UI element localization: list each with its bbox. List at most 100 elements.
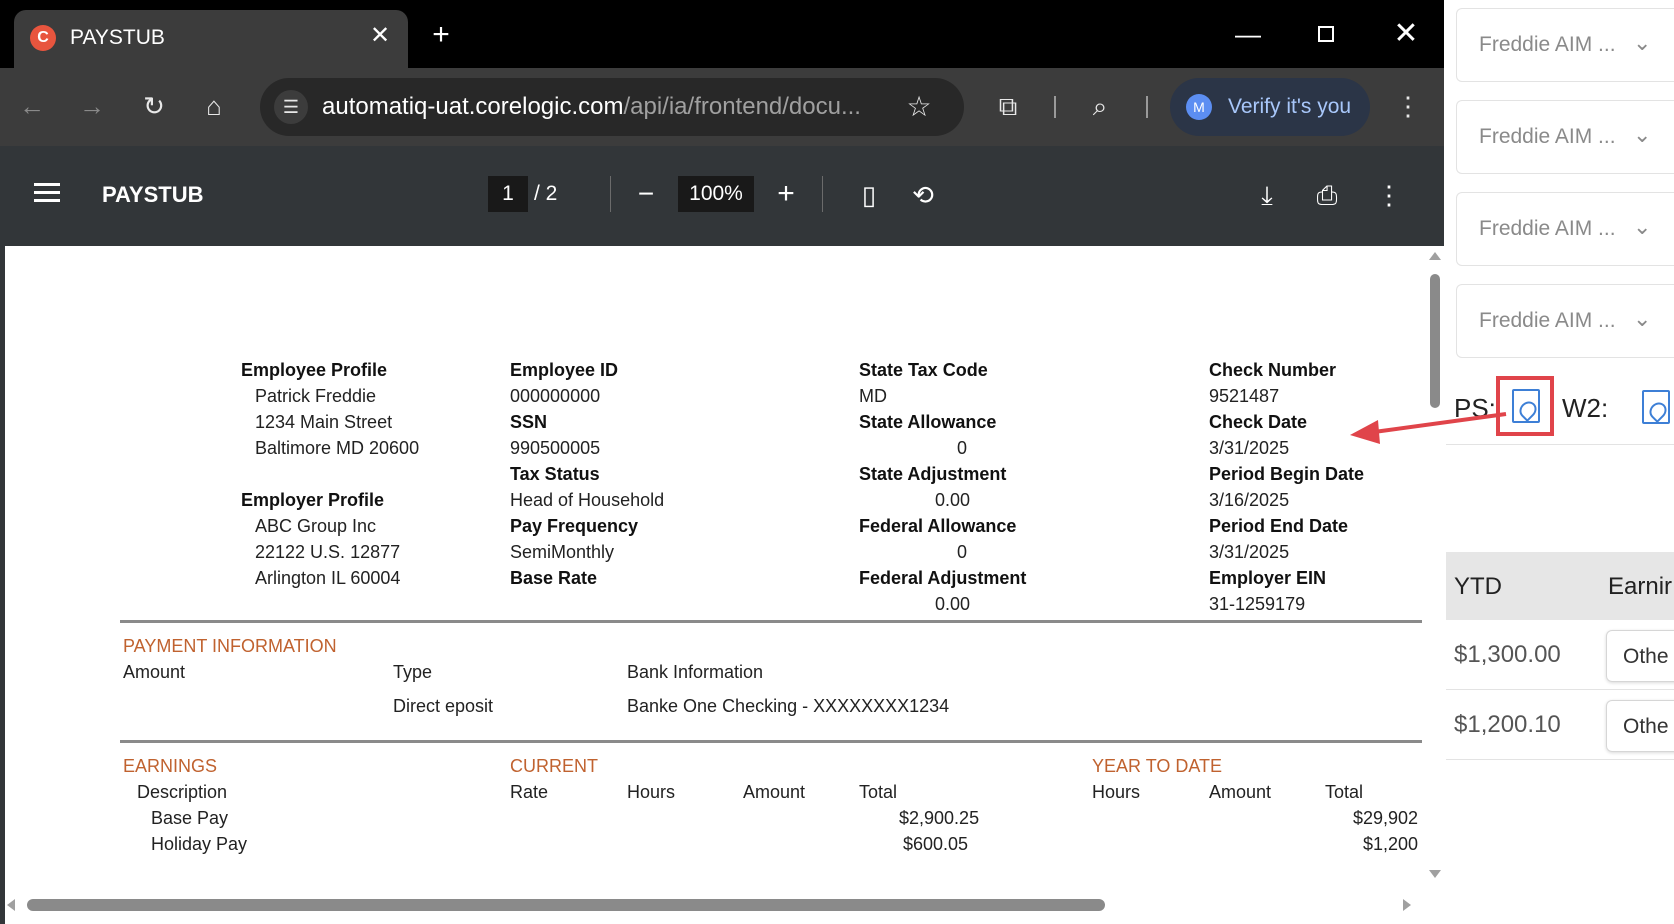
state-allowance-label: State Allowance (859, 412, 997, 432)
table-row: $1,200.10 Othe (1446, 690, 1674, 760)
annotation-arrow (1350, 412, 1507, 444)
employer-ein: 31-1259179 (1209, 594, 1306, 614)
document-select-value: Freddie AIM ... (1479, 309, 1616, 332)
earning-type-value: Othe (1623, 645, 1669, 668)
tax-status-label: Tax Status (510, 464, 600, 484)
close-tab-icon[interactable]: ✕ (366, 22, 394, 50)
earnings-table-header: YTD Earnir (1446, 552, 1674, 620)
federal-allowance: 0 (957, 542, 968, 562)
toolbar-divider (822, 176, 823, 212)
home-icon[interactable]: ⌂ (196, 88, 232, 124)
document-select-value: Freddie AIM ... (1479, 125, 1616, 148)
document-select[interactable]: Freddie AIM ... ⌄ (1456, 284, 1674, 358)
zoom-level-input[interactable]: 100% (678, 176, 754, 212)
pdf-file-icon[interactable] (1642, 390, 1670, 424)
horizontal-scroll-thumb[interactable] (27, 899, 1105, 911)
col-ytd-hours: Hours (1092, 782, 1141, 802)
print-icon[interactable]: ⎙ (1308, 176, 1346, 214)
scroll-down-icon[interactable] (1429, 870, 1441, 878)
zoom-out-icon[interactable]: − (628, 176, 664, 212)
reload-icon[interactable]: ↻ (136, 88, 172, 124)
pay-frequency-label: Pay Frequency (510, 516, 639, 536)
extensions-icon[interactable]: ⧉ (990, 88, 1026, 124)
document-select[interactable]: Freddie AIM ... ⌄ (1456, 8, 1674, 82)
col-rate: Rate (510, 782, 549, 802)
earnings-row-current-total: $600.05 (903, 834, 969, 854)
document-select[interactable]: Freddie AIM ... ⌄ (1456, 192, 1674, 266)
pdf-title: PAYSTUB (102, 182, 204, 207)
chevron-down-icon: ⌄ (1633, 306, 1652, 331)
pdf-toolbar: PAYSTUB 1 / 2 − 100% + ▯ ⟲ ⤓ ⎙ ⋮ (0, 146, 1444, 246)
check-number: 9521487 (1209, 386, 1280, 406)
scroll-up-icon[interactable] (1429, 252, 1441, 260)
hamburger-menu-icon[interactable] (30, 178, 66, 214)
screen: C PAYSTUB ✕ + — ✕ ← → ↻ ⌂ ☰ automatiq-ua… (0, 0, 1674, 924)
earning-type-select[interactable]: Othe (1606, 700, 1674, 752)
url-path: /api/ia/frontend/docu... (623, 93, 861, 120)
vertical-scrollbar[interactable] (1426, 246, 1444, 906)
period-begin: 3/16/2025 (1209, 490, 1290, 510)
window-close-icon[interactable]: ✕ (1384, 14, 1428, 54)
period-begin-label: Period Begin Date (1209, 464, 1365, 484)
url-text[interactable]: automatiq-uat.corelogic.com/api/ia/front… (322, 92, 861, 122)
state-adjustment-label: State Adjustment (859, 464, 1007, 484)
forward-arrow-icon[interactable]: → (74, 88, 110, 124)
verify-identity-button[interactable]: M Verify it's you (1170, 78, 1370, 136)
federal-adjustment-label: Federal Adjustment (859, 568, 1027, 588)
bookmark-star-icon[interactable]: ☆ (900, 88, 938, 126)
ssn-value: 990500005 (510, 438, 601, 458)
payment-type-value: Direct eposit (393, 696, 494, 716)
earning-type-select[interactable]: Othe (1606, 630, 1674, 682)
earnings-row-ytd-total: $1,200 (1363, 834, 1419, 854)
horizontal-scrollbar[interactable] (5, 894, 1425, 916)
employee-id: 000000000 (510, 386, 601, 406)
page-number-input[interactable]: 1 (488, 176, 528, 212)
fit-to-page-icon[interactable]: ▯ (850, 176, 888, 214)
site-settings-icon[interactable]: ☰ (274, 90, 308, 124)
browser-menu-icon[interactable]: ⋮ (1390, 88, 1426, 124)
chevron-down-icon: ⌄ (1633, 30, 1652, 55)
scroll-left-icon[interactable] (7, 899, 15, 911)
period-end-label: Period End Date (1209, 516, 1349, 536)
ssn-label: SSN (510, 412, 548, 432)
employer-street: 22122 U.S. 12877 (255, 542, 401, 562)
state-allowance: 0 (957, 438, 968, 458)
tab-strip: C PAYSTUB ✕ + — ✕ (0, 0, 1444, 68)
state-tax-code: MD (859, 386, 887, 406)
download-icon[interactable]: ⤓ (1248, 176, 1286, 214)
address-bar[interactable]: ☰ automatiq-uat.corelogic.com/api/ia/fro… (260, 78, 964, 136)
bank-information-label: Bank Information (627, 662, 764, 682)
maximize-icon[interactable] (1304, 14, 1348, 54)
annotation-arrow-head (1350, 420, 1380, 444)
new-tab-icon[interactable]: + (424, 18, 458, 52)
document-select[interactable]: Freddie AIM ... ⌄ (1456, 100, 1674, 174)
check-date: 3/31/2025 (1209, 438, 1290, 458)
pdf-file-icon[interactable] (1512, 389, 1540, 423)
browser-window: C PAYSTUB ✕ + — ✕ ← → ↻ ⌂ ☰ automatiq-ua… (0, 0, 1444, 924)
zoom-in-icon[interactable]: + (768, 176, 804, 212)
rotate-icon[interactable]: ⟲ (904, 176, 942, 214)
url-host: automatiq-uat.corelogic.com (322, 93, 624, 120)
tab-paystub[interactable]: C PAYSTUB ✕ (14, 10, 408, 68)
more-options-icon[interactable]: ⋮ (1370, 176, 1408, 214)
tab-title: PAYSTUB (70, 26, 165, 49)
tax-status-value: Head of Household (510, 490, 665, 510)
check-date-label: Check Date (1209, 412, 1308, 432)
back-arrow-icon[interactable]: ← (14, 88, 50, 124)
scroll-right-icon[interactable] (1403, 899, 1411, 911)
section-divider (120, 740, 1422, 743)
earnings-row-current-total: $2,900.25 (899, 808, 980, 828)
employee-id-label: Employee ID (510, 360, 619, 380)
state-tax-code-label: State Tax Code (859, 360, 988, 380)
document-select-value: Freddie AIM ... (1479, 217, 1616, 240)
bank-information-value: Banke One Checking - XXXXXXXX1234 (627, 696, 950, 716)
payment-type-label: Type (393, 662, 433, 682)
search-tab-icon[interactable]: ⌕ (1082, 88, 1118, 124)
avatar: M (1186, 94, 1212, 120)
minimize-icon[interactable]: — (1226, 14, 1270, 54)
browser-toolbar: ← → ↻ ⌂ ☰ automatiq-uat.corelogic.com/ap… (0, 68, 1444, 146)
toolbar-divider (1146, 96, 1148, 118)
vertical-scroll-thumb[interactable] (1430, 274, 1440, 408)
document-select-value: Freddie AIM ... (1479, 33, 1616, 56)
employee-street: 1234 Main Street (255, 412, 393, 432)
